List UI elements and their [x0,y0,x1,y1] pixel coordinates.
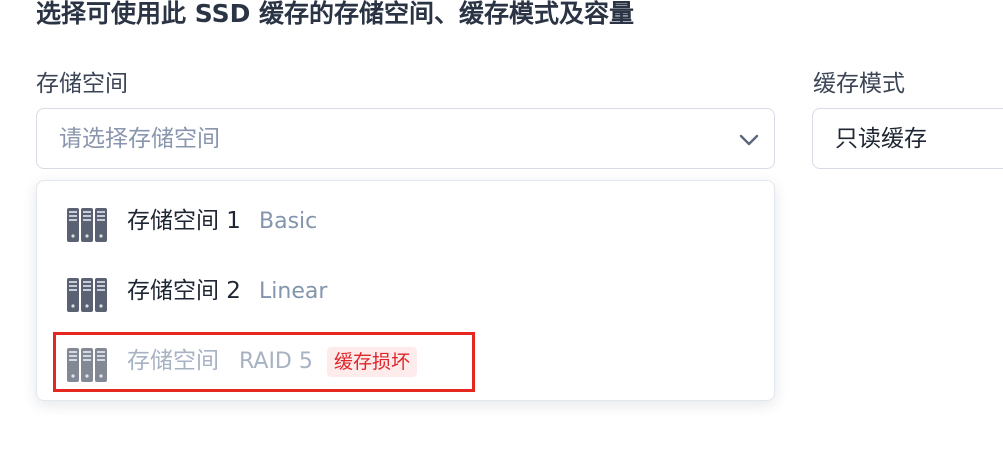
option-type: Basic [259,209,318,234]
storage-option-1[interactable]: 存储空间 1 Basic [37,187,774,257]
storage-space-select[interactable]: 请选择存储空间 [36,108,775,169]
storage-option-raid5-disabled: 存储空间 RAID 5 缓存损坏 [37,327,774,397]
server-rack-icon [67,348,107,382]
option-type: RAID 5 [239,349,313,374]
server-rack-icon [67,208,107,242]
chevron-down-icon[interactable] [737,128,761,152]
storage-option-2[interactable]: 存储空间 2 Linear [37,257,774,327]
storage-space-label: 存储空间 [36,71,128,97]
cache-damaged-badge: 缓存损坏 [327,347,418,377]
storage-space-placeholder: 请选择存储空间 [59,126,220,152]
section-heading: 选择可使用此 SSD 缓存的存储空间、缓存模式及容量 [36,0,635,28]
cache-mode-value: 只读缓存 [835,126,927,152]
option-type: Linear [259,279,328,304]
option-name: 存储空间 [127,348,219,374]
cache-mode-select[interactable]: 只读缓存 [812,108,1003,169]
option-name: 存储空间 1 [127,208,241,234]
ssd-cache-settings-page: 选择可使用此 SSD 缓存的存储空间、缓存模式及容量 存储空间 缓存模式 请选择… [0,0,1003,466]
server-rack-icon [67,278,107,312]
option-name: 存储空间 2 [127,278,241,304]
cache-mode-label: 缓存模式 [813,71,905,97]
storage-space-dropdown: 存储空间 1 Basic 存储空间 2 Linear 存储空间 RAID 5 缓… [36,180,775,401]
